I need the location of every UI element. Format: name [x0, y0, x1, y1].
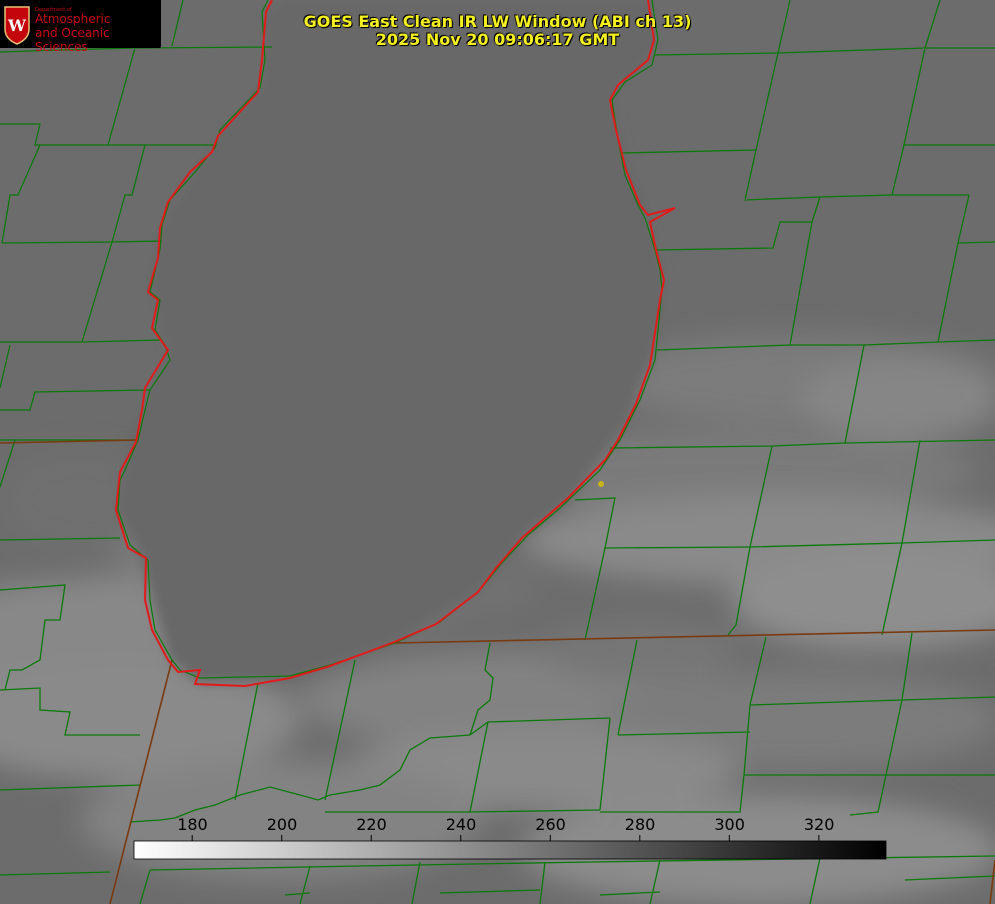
colorbar-tick-label: 240 — [445, 815, 477, 834]
colorbar-tick-label: 220 — [356, 815, 387, 834]
colorbar-gradient — [133, 840, 887, 860]
colorbar-tick-label: 300 — [714, 815, 745, 834]
colorbar-tick-label: 180 — [177, 815, 208, 834]
city-dot-icon — [598, 481, 604, 487]
ir-satellite-map — [0, 0, 995, 904]
colorbar-tick-label: 260 — [535, 815, 566, 834]
colorbar-tick-label: 200 — [266, 815, 298, 834]
image-timestamp: 2025 Nov 20 09:06:17 GMT — [375, 30, 620, 49]
satellite-viewer: W Department of Atmospheric and Oceanic … — [0, 0, 995, 904]
image-title: GOES East Clean IR LW Window (ABI ch 13) — [303, 12, 692, 31]
colorbar-tick-label: 280 — [624, 815, 656, 834]
colorbar-tick-label: 320 — [803, 815, 835, 834]
